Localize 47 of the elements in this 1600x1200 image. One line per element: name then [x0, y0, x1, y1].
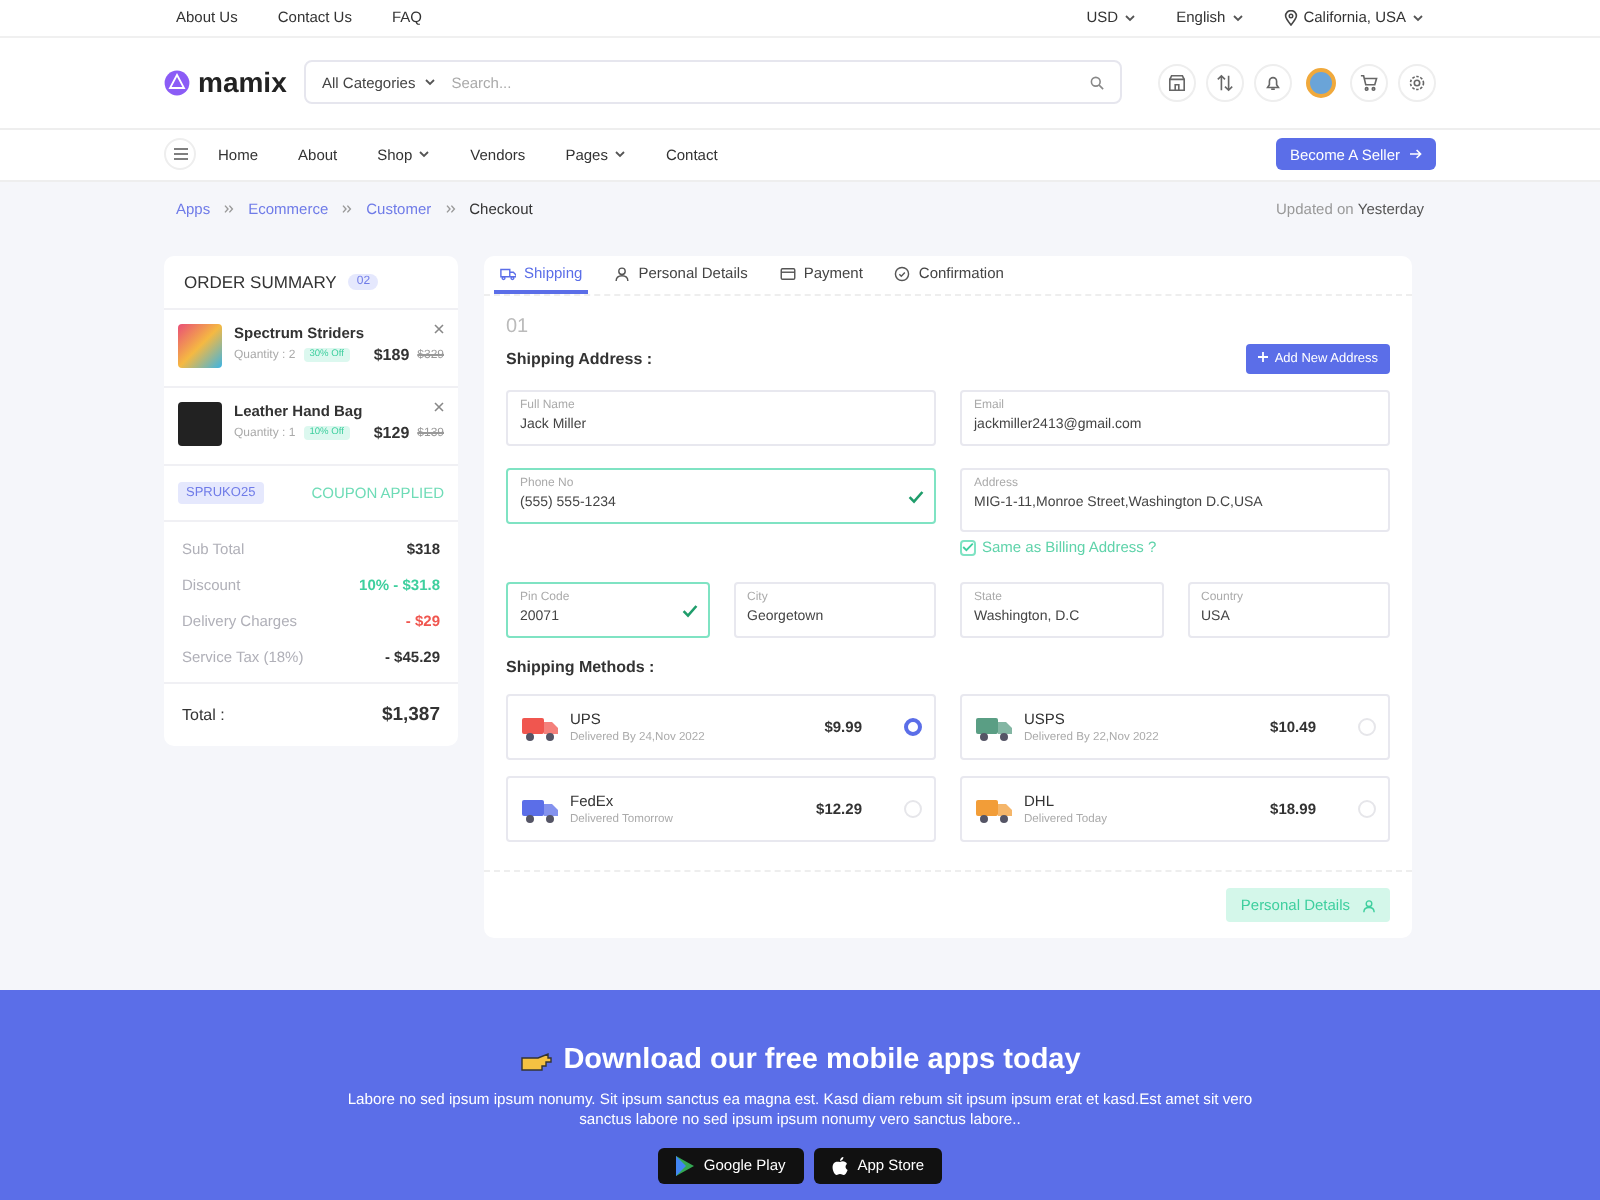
search-icon [1090, 75, 1104, 89]
card-title: ORDER SUMMARY [184, 272, 337, 292]
photo-placeholder [178, 402, 222, 446]
cart-icon[interactable] [1350, 63, 1388, 101]
step-number: 01 [506, 316, 531, 338]
apple-icon [831, 1155, 848, 1175]
location-pin-icon [1283, 9, 1298, 25]
check-icon [908, 490, 924, 504]
caret-icon [1231, 11, 1244, 23]
double-chevron-icon [445, 203, 456, 213]
arrow-right-icon [1410, 148, 1422, 160]
caret-icon [1412, 11, 1424, 23]
truck-icon [500, 265, 516, 281]
photo-placeholder [178, 324, 222, 368]
logo-icon [164, 69, 190, 95]
notification-bell-icon[interactable] [1254, 63, 1292, 101]
banner-title: Download our free mobile apps today [563, 1044, 1081, 1076]
user-icon [1362, 897, 1376, 913]
product-price: $129 [373, 424, 410, 442]
menu-icon [173, 148, 187, 160]
caret-icon [613, 148, 626, 160]
logo-text: mamix [198, 66, 287, 98]
check-icon [681, 604, 697, 618]
card-icon [779, 265, 796, 281]
plus-icon [1258, 352, 1269, 362]
section-title: Shipping Methods : [506, 658, 657, 676]
swap-arrows-icon[interactable] [1206, 63, 1244, 101]
total-label: Total : [182, 706, 225, 724]
checkbox[interactable] [960, 539, 976, 555]
pointing-hand-icon [519, 1049, 552, 1071]
close-icon[interactable] [434, 324, 444, 334]
double-chevron-icon [342, 203, 353, 213]
play-store-icon [675, 1155, 694, 1175]
menu-button[interactable] [164, 138, 196, 170]
total-value: $1,387 [381, 704, 440, 726]
double-chevron-icon [224, 203, 235, 213]
store-icon[interactable] [1158, 63, 1196, 101]
caret-icon [423, 76, 436, 88]
user-icon [614, 265, 631, 281]
close-icon[interactable] [434, 402, 444, 412]
caret-icon [1124, 11, 1137, 23]
product-price: $189 [373, 346, 410, 364]
caret-icon [418, 148, 431, 160]
radio-button[interactable] [904, 718, 922, 736]
settings-icon[interactable] [1398, 63, 1436, 101]
check-circle-icon [894, 265, 911, 281]
section-title: Shipping Address : [506, 350, 653, 368]
